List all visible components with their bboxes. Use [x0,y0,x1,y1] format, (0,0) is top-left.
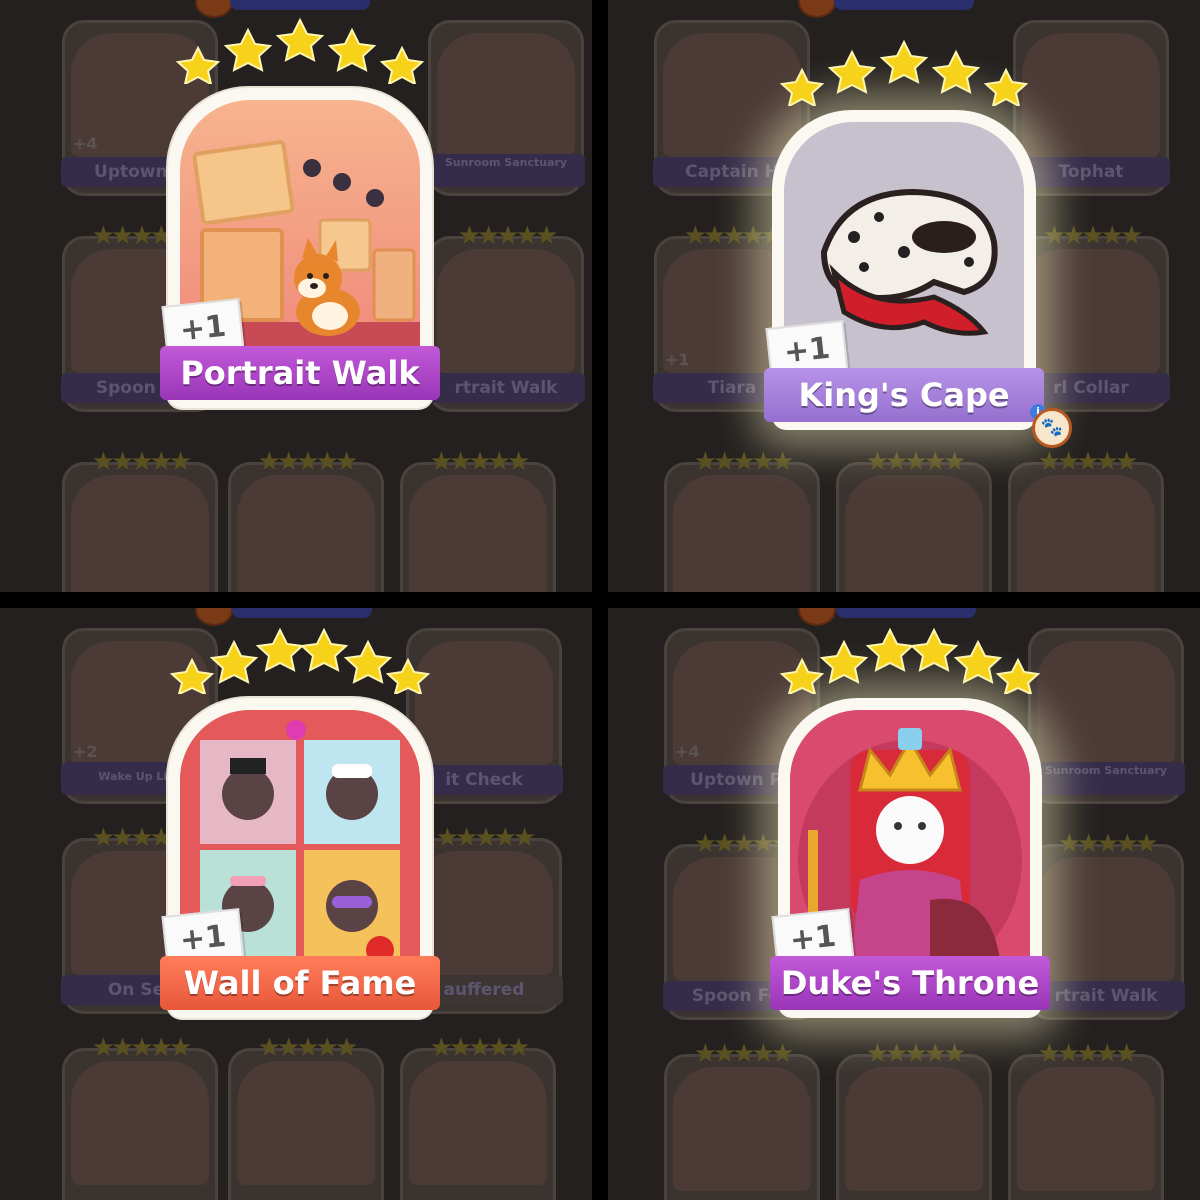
star-icon [223,27,273,72]
card-portrait-walk[interactable]: +1 Portrait Walk [160,17,440,408]
background-card[interactable]: ★★★★★ rtrait Walk [427,221,585,412]
star-rating [169,627,431,694]
event-badge-icon [798,0,836,18]
quadrant-bottom-right: +4 Uptown Po Sunroom Sanctuary ★★★★★ Spo… [608,608,1200,1200]
star-icon [299,627,349,672]
background-card[interactable]: Tophat [1012,20,1170,196]
star-icon [819,639,869,684]
star-icon [255,627,305,672]
card-frame: +1 Portrait Walk [160,88,440,408]
background-card[interactable]: ★★★★★ [836,1039,992,1200]
quadrant-top-left: +4 Uptown P Sunroom Sanctuary ★★★★★ Spoo… [0,0,592,592]
star-icon [909,627,959,672]
background-card[interactable]: ★★★★★ [400,1033,556,1200]
card-kings-cape[interactable]: +1 King's Cape [764,39,1044,430]
card-title: Wall of Fame [160,956,440,1010]
quadrant-top-right: Captain H Tophat ★★★★★ +1 Tiara ★★★★★ rl… [608,0,1200,592]
star-icon [169,657,215,694]
star-icon [327,27,377,72]
star-rating [779,627,1041,694]
card-frame: +1 Duke's Throne [770,698,1050,1018]
background-card[interactable]: Sunroom Sanctuary [427,20,585,196]
card-title: Portrait Walk [160,346,440,400]
star-rating [779,39,1029,106]
background-card[interactable]: Sunroom Sanctuary [1027,628,1185,804]
star-icon [343,639,393,684]
background-card[interactable]: ★★★★★ [228,1033,384,1200]
star-icon [379,45,425,84]
background-card-label: rtrait Walk [427,373,585,403]
star-icon [995,657,1041,694]
background-card-label: rtrait Walk [1027,981,1185,1011]
background-card-label: Sunroom Sanctuary [427,154,585,187]
star-icon [827,49,877,94]
card-title: King's Cape [764,368,1044,422]
star-icon [983,67,1029,106]
star-icon [175,45,221,84]
star-icon [779,67,825,106]
header-bar [834,0,974,10]
paw-icon[interactable]: 🐾 [1032,408,1072,448]
background-card[interactable]: ★★★★★ [664,447,820,592]
star-icon [879,39,929,84]
background-card[interactable]: ★★★★★ [62,1033,218,1200]
background-card[interactable]: ★★★★★ [1008,447,1164,592]
star-icon [385,657,431,694]
card-frame: +1 King's Cape [764,110,1044,430]
star-icon [931,49,981,94]
card-wall-of-fame[interactable]: +1 Wall of Fame [160,627,440,1018]
star-icon [865,627,915,672]
background-card[interactable]: ★★★★★ [836,447,992,592]
background-card[interactable]: ★★★★★ [400,447,556,592]
quadrant-bottom-left: +2 Wake Up Like it Check ★★★★★ On Set ★★… [0,608,592,1200]
star-rating [175,17,425,84]
background-card[interactable]: ★★★★★ [228,447,384,592]
background-card-count: +1 [665,350,690,369]
background-card[interactable]: ★★★★★ [664,1039,820,1200]
star-icon [779,657,825,694]
background-card-count: +4 [675,742,700,761]
star-icon [953,639,1003,684]
star-icon [209,639,259,684]
background-card-count: +2 [73,742,98,761]
background-card-count: +4 [73,134,98,153]
card-frame: +1 Wall of Fame [160,698,440,1018]
star-icon [275,17,325,62]
card-dukes-throne[interactable]: +1 Duke's Throne [770,627,1050,1018]
background-card[interactable]: ★★★★★ [62,447,218,592]
background-card-label: Sunroom Sanctuary [1027,762,1185,795]
background-card[interactable]: ★★★★★ rtrait Walk [1027,829,1185,1020]
card-title: Duke's Throne [770,956,1050,1010]
background-card[interactable]: ★★★★★ [1008,1039,1164,1200]
